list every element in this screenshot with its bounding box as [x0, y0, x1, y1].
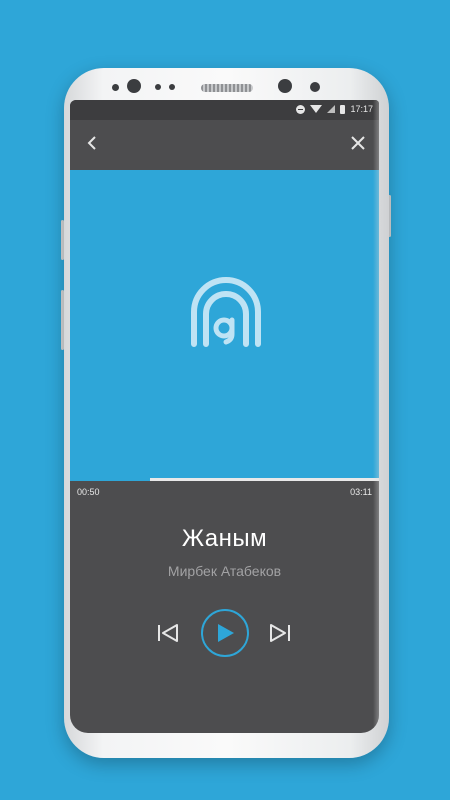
track-artist: Мирбек Атабеков [167, 563, 282, 579]
phone-sensor-dot [112, 84, 119, 91]
phone-sensor-dot [310, 82, 320, 92]
do-not-disturb-icon [296, 104, 306, 114]
status-bar: 17:17 [70, 100, 379, 120]
album-artwork [70, 170, 379, 480]
wifi-icon [310, 105, 323, 113]
skip-next-button[interactable] [266, 619, 294, 647]
skip-next-icon [270, 624, 290, 642]
qazaq-music-logo-icon [184, 270, 268, 354]
elapsed-time: 00:50 [77, 487, 100, 497]
playback-controls [70, 605, 379, 661]
phone-front-camera [127, 79, 141, 93]
close-icon[interactable] [349, 134, 367, 152]
phone-sensor-dot [155, 84, 161, 90]
signal-icon [327, 105, 336, 113]
phone-sensor-dot [169, 84, 175, 90]
phone-screen: 17:17 00:50 03:11 Жаным Мирбек Атабеков [70, 100, 379, 733]
battery-icon [340, 104, 346, 114]
status-time: 17:17 [350, 104, 373, 114]
chevron-left-icon[interactable] [84, 134, 102, 152]
track-title: Жаным [181, 525, 268, 552]
player-topbar [70, 120, 379, 170]
progress-fill [70, 478, 151, 481]
phone-iris-camera [278, 79, 292, 93]
play-icon [218, 624, 234, 642]
phone-earpiece-speaker [201, 84, 253, 92]
skip-previous-button[interactable] [154, 619, 182, 647]
total-time: 03:11 [350, 487, 372, 497]
skip-previous-icon [158, 624, 178, 642]
progress-bar[interactable] [70, 478, 379, 481]
play-button[interactable] [201, 609, 249, 657]
